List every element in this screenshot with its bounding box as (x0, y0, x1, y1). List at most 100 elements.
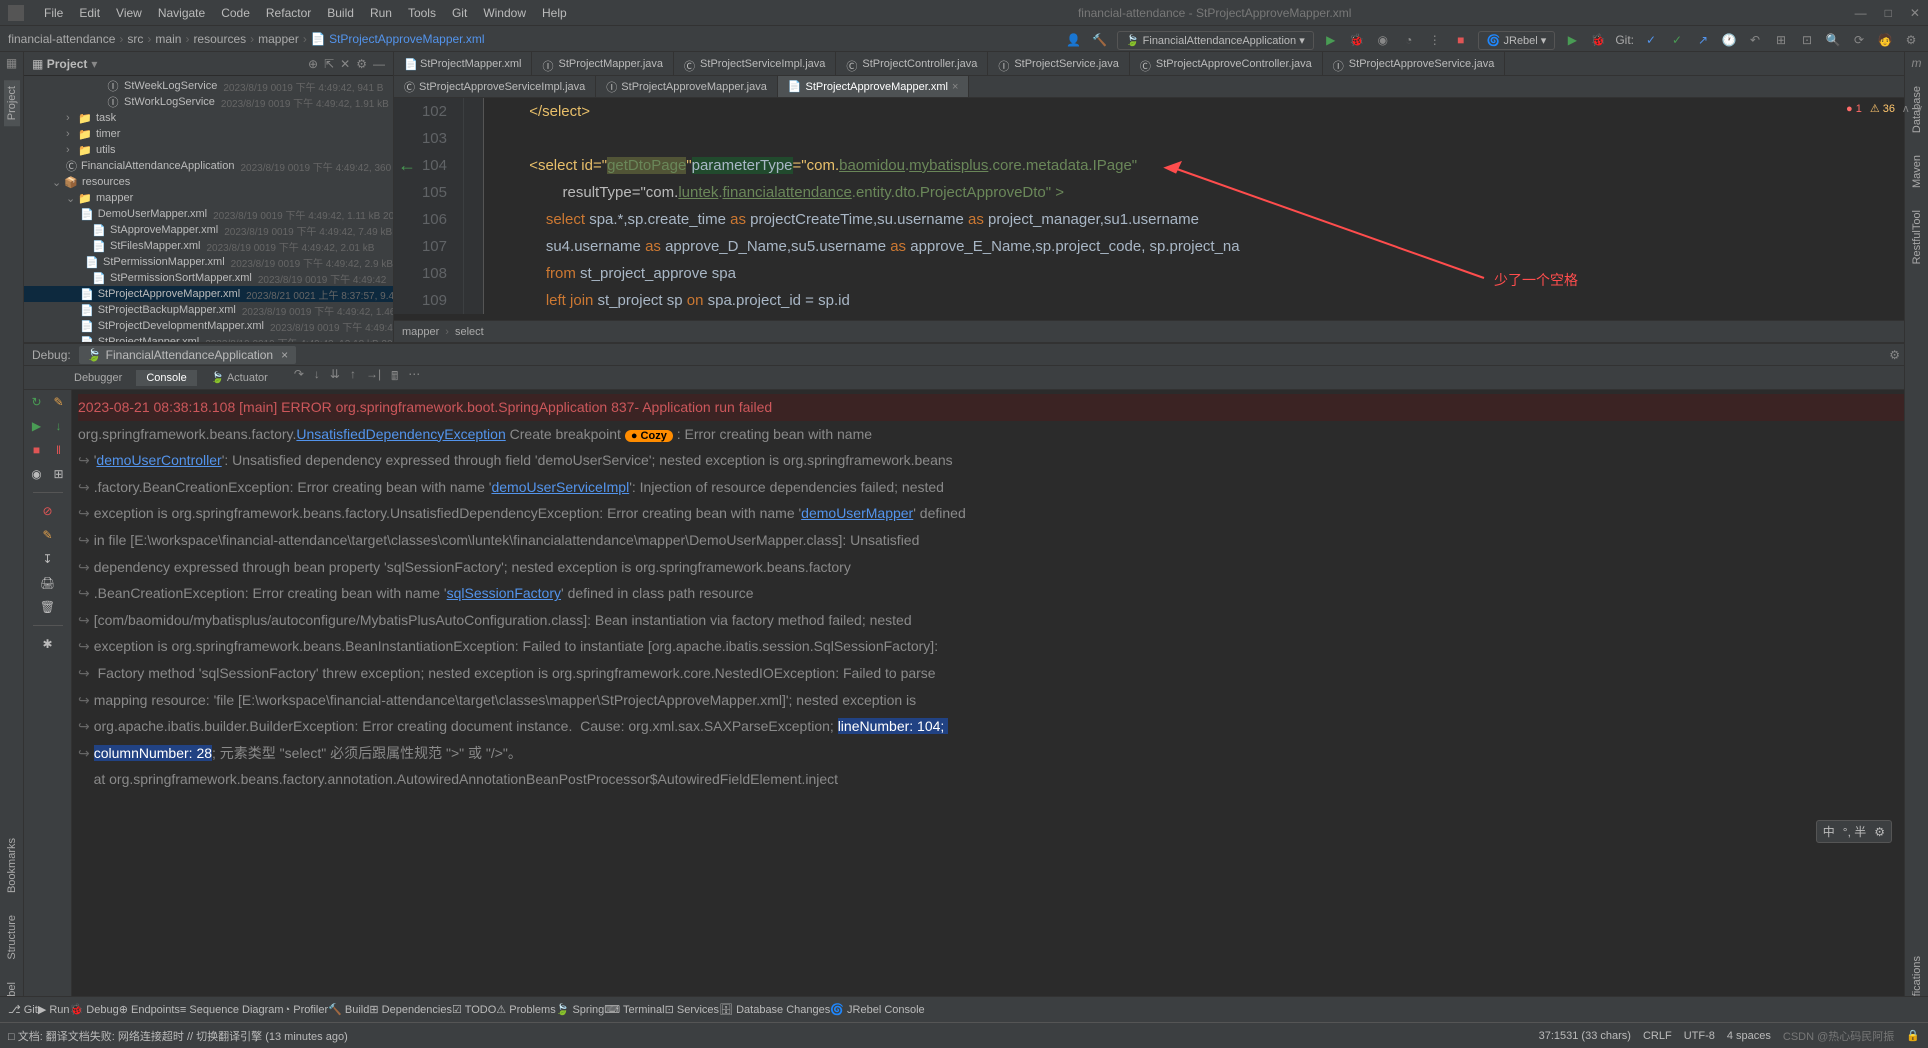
resume-icon[interactable]: ▶ (29, 418, 45, 434)
warning-indicator[interactable]: ⚠ 36 (1870, 102, 1895, 115)
tree-row[interactable]: 📄StProjectMapper.xml2023/8/19 0019 下午 4:… (24, 334, 393, 342)
maven-m-icon[interactable]: m (1912, 56, 1922, 70)
editor-tab[interactable]: ⒸStProjectApproveController.java (1130, 52, 1323, 75)
menu-run[interactable]: Run (362, 6, 400, 20)
bottom-tab-database-changes[interactable]: 🗄 Database Changes (719, 1003, 830, 1016)
sync-icon[interactable]: ⟳ (1850, 31, 1868, 49)
menu-code[interactable]: Code (213, 6, 258, 20)
editor-tab[interactable]: ⒸStProjectController.java (836, 52, 988, 75)
breadcrumb-item[interactable]: main (155, 32, 181, 46)
search-icon[interactable]: 🔍 (1824, 31, 1842, 49)
jrebel-run-icon[interactable]: ▶ (1563, 31, 1581, 49)
console-output[interactable]: 2023-08-21 08:38:18.108 [main] ERROR org… (72, 390, 1928, 1022)
bottom-tab-endpoints[interactable]: ⊕ Endpoints (119, 1003, 180, 1016)
run-to-cursor-icon[interactable]: →| (366, 367, 381, 388)
editor-tab[interactable]: ⒾStProjectApproveMapper.java (596, 76, 778, 97)
print-icon[interactable]: 🖨 (40, 575, 56, 591)
exception-link[interactable]: sqlSessionFactory (447, 585, 561, 601)
editor-tab[interactable]: ⒾStProjectService.java (988, 52, 1130, 75)
ime-indicator[interactable]: 中°, 半⚙ (1816, 820, 1892, 843)
rerun2-icon[interactable]: ↓ (51, 418, 67, 434)
clear-icon[interactable]: 🗑 (40, 599, 56, 615)
tree-row[interactable]: ›📁task (24, 110, 393, 126)
more2-icon[interactable]: ⊞ (1772, 31, 1790, 49)
bottom-tab-terminal[interactable]: ⌨ Terminal (604, 1003, 664, 1016)
view-breakpoints-icon[interactable]: ◉ (29, 466, 45, 482)
exception-link[interactable]: demoUserServiceImpl (491, 479, 629, 495)
tree-row[interactable]: ⌄📁mapper (24, 190, 393, 206)
pause-icon[interactable]: ‖ (51, 442, 67, 458)
project-tree[interactable]: ⒾStWeekLogService2023/8/19 0019 下午 4:49:… (24, 76, 393, 342)
settings-icon[interactable]: ⚙ (1902, 31, 1920, 49)
tree-row[interactable]: ⌄📦resources (24, 174, 393, 190)
modify-icon[interactable]: ✎ (51, 394, 67, 410)
bottom-tab-jrebel[interactable]: 🌀 JRebel Console (830, 1003, 924, 1016)
chevron-down-icon[interactable]: v (1917, 103, 1923, 115)
left-tab-project[interactable]: Project (4, 80, 20, 126)
filter-icon[interactable]: ✎ (40, 527, 56, 543)
menu-navigate[interactable]: Navigate (150, 6, 213, 20)
breadcrumb-item[interactable]: 📄 StProjectApproveMapper.xml (311, 32, 485, 46)
git-push-icon[interactable]: ↗ (1694, 31, 1712, 49)
exception-link[interactable]: demoUserController (96, 452, 221, 468)
more3-icon[interactable]: ⊡ (1798, 31, 1816, 49)
run-configuration-select[interactable]: 🍃 FinancialAttendanceApplication ▾ (1117, 31, 1314, 50)
code-editor[interactable]: ● 1 ⚠ 36 ʌ v 102 </select> 103 104← <sel… (394, 98, 1928, 320)
bottom-tab-problems[interactable]: ⚠ Problems (496, 1003, 555, 1016)
rerun-icon[interactable]: ↻ (29, 394, 45, 410)
breadcrumb-item[interactable]: financial-attendance (8, 32, 115, 46)
editor-tab[interactable]: ⒸStProjectServiceImpl.java (674, 52, 836, 75)
bottom-tab-git[interactable]: ⎇ Git (8, 1003, 38, 1016)
evaluate-icon[interactable]: 🖩 (391, 367, 398, 388)
bottom-tab-debug[interactable]: 🐞 Debug (70, 1003, 119, 1016)
mute-bp-icon[interactable]: ⊘ (40, 503, 56, 519)
encoding[interactable]: UTF-8 (1684, 1030, 1715, 1042)
tree-row[interactable]: 📄StProjectDevelopmentMapper.xml2023/8/19… (24, 318, 393, 334)
tree-row[interactable]: 📄StApproveMapper.xml2023/8/19 0019 下午 4:… (24, 222, 393, 238)
stop-icon[interactable]: ■ (29, 442, 45, 458)
editor-tab[interactable]: ⒸStProjectApproveServiceImpl.java (394, 76, 596, 97)
more-debug-icon[interactable]: ⋯ (408, 367, 420, 388)
tree-row[interactable]: ⒾStWeekLogService2023/8/19 0019 下午 4:49:… (24, 78, 393, 94)
line-separator[interactable]: CRLF (1643, 1030, 1672, 1042)
breadcrumb-item[interactable]: resources (193, 32, 246, 46)
bottom-tab-spring[interactable]: 🍃 Spring (556, 1003, 605, 1016)
tree-row[interactable]: ⒾStWorkLogService2023/8/19 0019 下午 4:49:… (24, 94, 393, 110)
bottom-tab-sequence-diagram[interactable]: ≡ Sequence Diagram (180, 1004, 284, 1016)
chevron-up-icon[interactable]: ʌ (1903, 103, 1909, 115)
git-history-icon[interactable]: 🕐 (1720, 31, 1738, 49)
left-tab-structure[interactable]: Structure (4, 909, 20, 966)
lock-icon[interactable]: 🔒 (1906, 1029, 1920, 1042)
actuator-tab[interactable]: 🍃 Actuator (201, 369, 278, 386)
tree-row[interactable]: ⒸFinancialAttendanceApplication2023/8/19… (24, 158, 393, 174)
exception-link[interactable]: UnsatisfiedDependencyException (296, 426, 505, 442)
menu-tools[interactable]: Tools (400, 6, 444, 20)
left-tab-bookmarks[interactable]: Bookmarks (4, 832, 20, 899)
menu-git[interactable]: Git (444, 6, 475, 20)
tree-row[interactable]: 📄DemoUserMapper.xml2023/8/19 0019 下午 4:4… (24, 206, 393, 222)
console-tab[interactable]: Console (136, 370, 196, 386)
menu-help[interactable]: Help (534, 6, 575, 20)
expand-icon[interactable]: ⇱ (324, 57, 334, 71)
tree-row[interactable]: 📄StPermissionSortMapper.xml2023/8/19 001… (24, 270, 393, 286)
stop-icon[interactable]: ■ (1452, 31, 1470, 49)
menu-window[interactable]: Window (475, 6, 534, 20)
coverage-icon[interactable]: ◉ (1374, 31, 1392, 49)
editor-tab[interactable]: 📄StProjectMapper.xml (394, 52, 532, 75)
right-tab-restful[interactable]: RestfulTool (1909, 204, 1925, 270)
tree-row[interactable]: 📄StProjectBackupMapper.xml2023/8/19 0019… (24, 302, 393, 318)
error-indicator[interactable]: ● 1 (1846, 103, 1862, 115)
menu-file[interactable]: File (36, 6, 71, 20)
bottom-tab-run[interactable]: ▶ Run (38, 1003, 70, 1016)
gear-icon[interactable]: ⚙ (356, 57, 367, 71)
close-tab-icon[interactable]: × (281, 348, 288, 362)
project-icon[interactable]: ▦ (6, 56, 17, 70)
run-icon[interactable]: ▶ (1322, 31, 1340, 49)
tree-row[interactable]: ›📁timer (24, 126, 393, 142)
tree-row[interactable]: 📄StFilesMapper.xml2023/8/19 0019 下午 4:49… (24, 238, 393, 254)
hammer-icon[interactable]: 🔨 (1091, 31, 1109, 49)
maximize-icon[interactable]: □ (1885, 6, 1892, 20)
editor-tab[interactable]: 📄StProjectApproveMapper.xml × (778, 76, 970, 97)
minimize-icon[interactable]: — (1855, 6, 1867, 20)
breadcrumb-item[interactable]: src (127, 32, 143, 46)
